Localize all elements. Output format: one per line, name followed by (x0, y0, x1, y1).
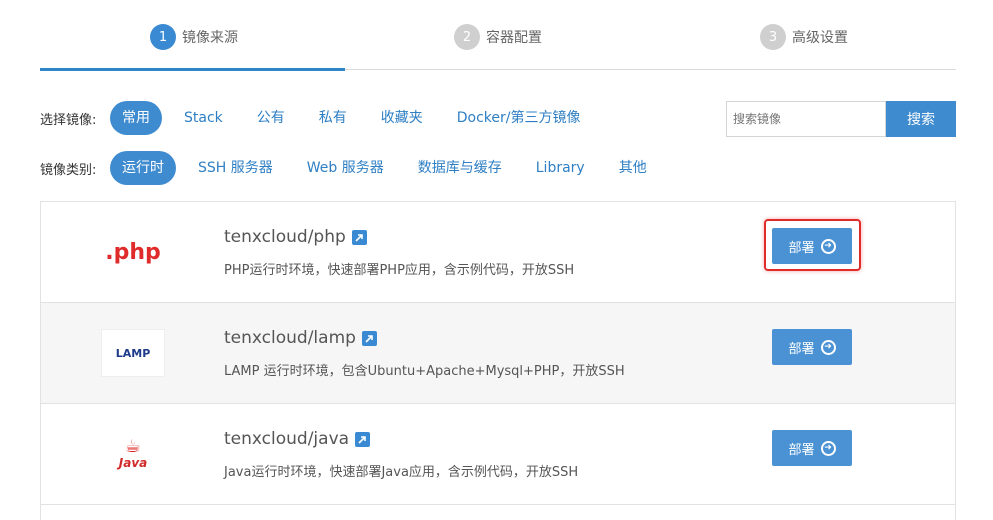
filter-favorites[interactable]: 收藏夹 (369, 101, 435, 135)
step-label: 容器配置 (486, 30, 542, 46)
image-category-filter: 镜像类别: 运行时 SSH 服务器 Web 服务器 数据库与缓存 Library… (40, 151, 669, 185)
category-ssh-server[interactable]: SSH 服务器 (186, 151, 285, 185)
list-item: ☕ Java tenxcloud/java Java运行时环境，快速部署Java… (41, 404, 955, 505)
image-description: LAMP 运行时环境，包含Ubuntu+Apache+Mysql+PHP，开放S… (224, 364, 625, 379)
coffee-cup-icon: ☕ (124, 436, 142, 457)
image-description: Java运行时环境，快速部署Java应用，含示例代码，开放SSH (224, 465, 579, 480)
category-runtime[interactable]: 运行时 (110, 151, 176, 185)
deploy-label: 部署 (788, 341, 815, 357)
deploy-button[interactable]: 部署 ➜ (772, 329, 852, 365)
image-name[interactable]: tenxcloud/lamp (224, 328, 377, 348)
php-logo: .php (101, 228, 165, 276)
image-name[interactable]: tenxcloud/java (224, 429, 371, 449)
step-number: 3 (760, 24, 786, 50)
filter-docker-third-party[interactable]: Docker/第三方镜像 (445, 101, 593, 135)
category-library[interactable]: Library (524, 151, 597, 185)
search-button[interactable]: 搜索 (886, 101, 956, 137)
step-number: 1 (150, 24, 176, 50)
deploy-label: 部署 (788, 442, 815, 458)
deploy-button[interactable]: 部署 ➜ (772, 228, 852, 264)
category-other[interactable]: 其他 (607, 151, 659, 185)
php-logo-text: .php (105, 239, 161, 265)
external-link-icon[interactable] (351, 229, 367, 245)
step-advanced-settings[interactable]: 3 高级设置 (760, 24, 848, 50)
external-link-icon[interactable] (355, 431, 371, 447)
image-name-text: tenxcloud/php (224, 227, 346, 247)
lamp-logo-text: LAMP (101, 329, 165, 377)
category-database-cache[interactable]: 数据库与缓存 (406, 151, 514, 185)
filter-common[interactable]: 常用 (110, 101, 162, 135)
image-description: PHP运行时环境，快速部署PHP应用，含示例代码，开放SSH (224, 263, 575, 278)
select-image-label: 选择镜像: (40, 112, 97, 128)
filter-public[interactable]: 公有 (245, 101, 297, 135)
step-label: 高级设置 (792, 30, 848, 46)
image-list: .php tenxcloud/php PHP运行时环境，快速部署PHP应用，含示… (40, 201, 956, 520)
search-input[interactable] (726, 101, 886, 137)
image-source-filter: 选择镜像: 常用 Stack 公有 私有 收藏夹 Docker/第三方镜像 (40, 101, 603, 135)
java-logo-text: Java (118, 456, 148, 470)
list-item: .php tenxcloud/php PHP运行时环境，快速部署PHP应用，含示… (41, 202, 955, 303)
java-logo: ☕ Java (101, 430, 165, 478)
step-image-source[interactable]: 1 镜像来源 (150, 24, 238, 50)
arrow-right-circle-icon: ➜ (820, 440, 836, 456)
image-name[interactable]: tenxcloud/php (224, 227, 367, 247)
step-active-indicator (40, 68, 345, 71)
arrow-right-circle-icon: ➜ (820, 339, 836, 355)
image-name-text: tenxcloud/lamp (224, 328, 356, 348)
image-name-text: tenxcloud/java (224, 429, 350, 449)
step-number: 2 (454, 24, 480, 50)
arrow-right-circle-icon: ➜ (820, 238, 836, 254)
deploy-button[interactable]: 部署 ➜ (772, 430, 852, 466)
step-progress: 1 镜像来源 2 容器配置 3 高级设置 (40, 0, 956, 72)
image-category-label: 镜像类别: (40, 162, 97, 178)
external-link-icon[interactable] (361, 330, 377, 346)
step-label: 镜像来源 (182, 30, 238, 46)
list-item: LAMP tenxcloud/lamp LAMP 运行时环境，包含Ubuntu+… (41, 303, 955, 404)
filter-stack[interactable]: Stack (172, 101, 235, 135)
step-container-config[interactable]: 2 容器配置 (454, 24, 542, 50)
category-web-server[interactable]: Web 服务器 (295, 151, 396, 185)
filter-private[interactable]: 私有 (307, 101, 359, 135)
lamp-logo: LAMP (101, 329, 165, 377)
deploy-label: 部署 (788, 240, 815, 256)
